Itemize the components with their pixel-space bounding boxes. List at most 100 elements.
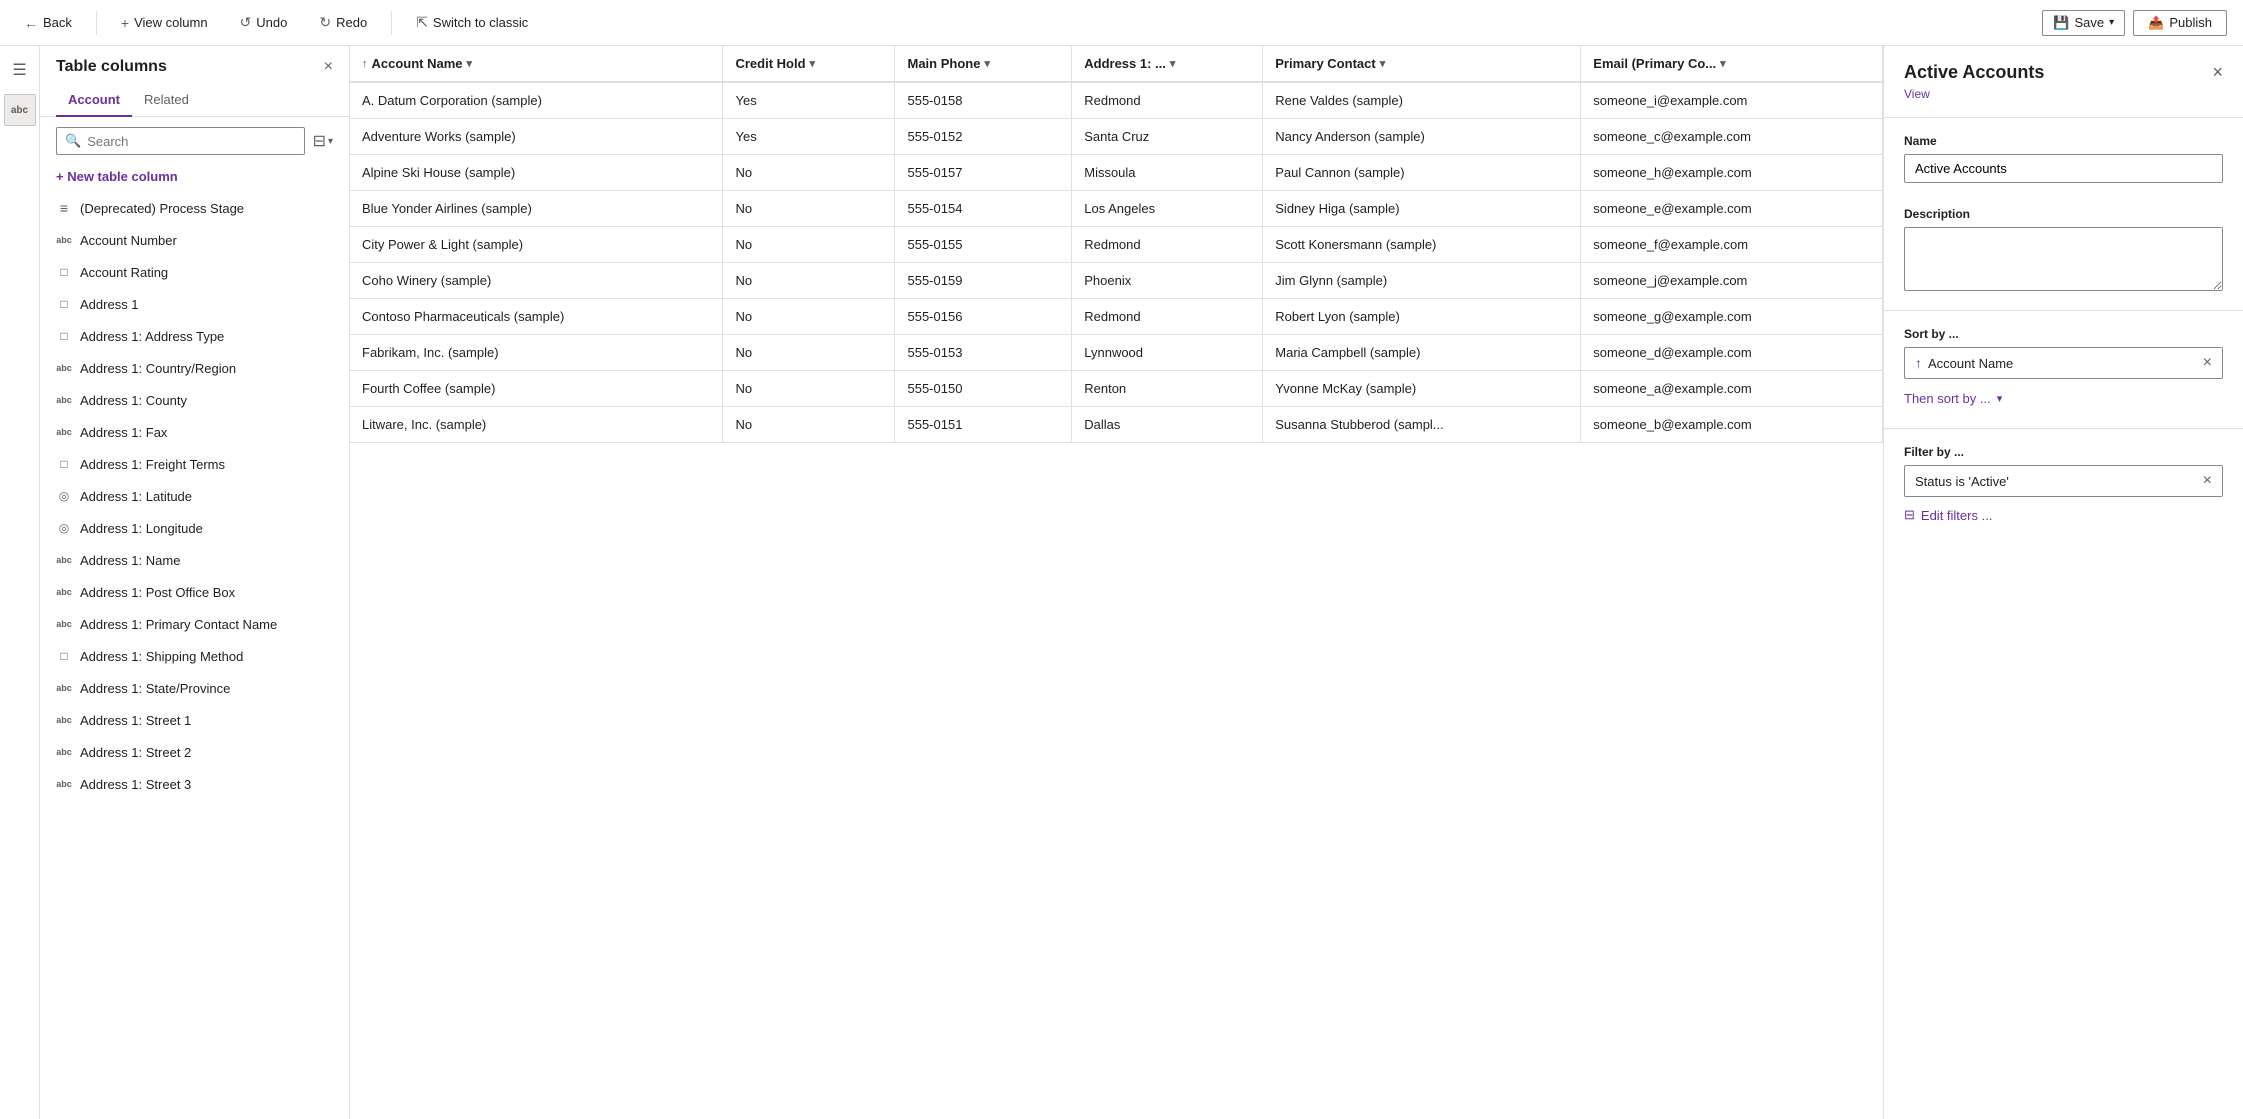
box-field-icon: □ — [56, 648, 72, 664]
column-list-item-account-rating[interactable]: □Account Rating — [40, 256, 349, 288]
table-cell-credit_hold: No — [723, 371, 895, 407]
abc-icon-button[interactable]: abc — [4, 94, 36, 126]
table-header-primary-contact[interactable]: Primary Contact▾ — [1263, 46, 1581, 82]
table-cell-primary_contact: Scott Konersmann (sample) — [1263, 227, 1581, 263]
column-list-item-address-1-fax[interactable]: abcAddress 1: Fax — [40, 416, 349, 448]
column-list-item-label: Address 1 — [80, 297, 139, 312]
column-list-item-address-1-state[interactable]: abcAddress 1: State/Province — [40, 672, 349, 704]
then-sort-row[interactable]: Then sort by ... ▾ — [1904, 385, 2223, 412]
column-list-item-address-1-primary-contact[interactable]: abcAddress 1: Primary Contact Name — [40, 608, 349, 640]
rp-divider-2 — [1884, 310, 2243, 311]
table-header-account-name[interactable]: ↑Account Name▾ — [350, 46, 723, 82]
table-row[interactable]: Fabrikam, Inc. (sample)No555-0153Lynnwoo… — [350, 335, 1883, 371]
redo-button[interactable]: ↻ Redo — [311, 10, 375, 35]
tab-related[interactable]: Related — [132, 84, 201, 117]
switch-classic-button[interactable]: ⇱ Switch to classic — [408, 10, 536, 35]
th-chevron-icon: ▾ — [810, 57, 816, 70]
publish-button[interactable]: 📤 Publish — [2133, 10, 2227, 36]
rp-view-link[interactable]: View — [1884, 87, 2243, 113]
new-table-column-button[interactable]: + New table column — [40, 165, 349, 192]
table-cell-account_name: Coho Winery (sample) — [350, 263, 723, 299]
hamburger-menu-button[interactable]: ☰ — [4, 54, 36, 86]
rp-name-input[interactable] — [1904, 154, 2223, 183]
edit-filters-button[interactable]: ⊟ Edit filters ... — [1904, 503, 1992, 527]
publish-label: Publish — [2169, 15, 2212, 30]
search-input[interactable] — [87, 134, 295, 149]
filter-button[interactable]: ⊟ ▾ — [313, 131, 333, 151]
abc-field-icon: abc — [56, 392, 72, 408]
table-cell-main_phone: 555-0155 — [895, 227, 1072, 263]
save-button[interactable]: 💾 Save ▾ — [2042, 10, 2125, 36]
left-panel-close-button[interactable]: × — [324, 58, 333, 76]
table-row[interactable]: City Power & Light (sample)No555-0155Red… — [350, 227, 1883, 263]
data-table: ↑Account Name▾Credit Hold▾Main Phone▾Add… — [350, 46, 1883, 443]
main-layout: ☰ abc Table columns × Account Related 🔍 … — [0, 46, 2243, 1119]
filter-chip[interactable]: Status is 'Active' × — [1904, 465, 2223, 497]
column-list-item-address-1-latitude[interactable]: ◎Address 1: Latitude — [40, 480, 349, 512]
back-button[interactable]: ← Back — [16, 11, 80, 35]
column-list-item-address-1-country[interactable]: abcAddress 1: Country/Region — [40, 352, 349, 384]
center-area[interactable]: ↑Account Name▾Credit Hold▾Main Phone▾Add… — [350, 46, 1883, 1119]
save-label: Save — [2075, 15, 2105, 30]
table-row[interactable]: Fourth Coffee (sample)No555-0150RentonYv… — [350, 371, 1883, 407]
column-list-item-deprecated-process-stage[interactable]: ≡(Deprecated) Process Stage — [40, 192, 349, 224]
rp-close-button[interactable]: × — [2212, 62, 2223, 83]
edit-filters-label: Edit filters ... — [1921, 508, 1993, 523]
back-label: Back — [43, 15, 72, 30]
table-cell-credit_hold: Yes — [723, 82, 895, 119]
box-field-icon: □ — [56, 296, 72, 312]
view-column-button[interactable]: + View column — [113, 11, 216, 35]
column-list-item-label: Address 1: Name — [80, 553, 180, 568]
column-list-item-account-number[interactable]: abcAccount Number — [40, 224, 349, 256]
column-list-item-label: Account Rating — [80, 265, 168, 280]
table-row[interactable]: A. Datum Corporation (sample)Yes555-0158… — [350, 82, 1883, 119]
rp-sort-section: Sort by ... ↑ Account Name × Then sort b… — [1884, 315, 2243, 424]
abc-field-icon: abc — [56, 552, 72, 568]
abc-field-icon: abc — [56, 776, 72, 792]
table-header-main-phone[interactable]: Main Phone▾ — [895, 46, 1072, 82]
table-row[interactable]: Alpine Ski House (sample)No555-0157Misso… — [350, 155, 1883, 191]
column-list-item-label: Address 1: Primary Contact Name — [80, 617, 277, 632]
rp-filter-label: Filter by ... — [1904, 445, 2223, 459]
table-row[interactable]: Blue Yonder Airlines (sample)No555-0154L… — [350, 191, 1883, 227]
table-header-credit-hold[interactable]: Credit Hold▾ — [723, 46, 895, 82]
table-header-email[interactable]: Email (Primary Co...▾ — [1581, 46, 1883, 82]
column-list-item-address-1-street-1[interactable]: abcAddress 1: Street 1 — [40, 704, 349, 736]
box-field-icon: □ — [56, 456, 72, 472]
column-list-item-address-1-county[interactable]: abc Address 1: County — [40, 384, 349, 416]
table-cell-account_name: Blue Yonder Airlines (sample) — [350, 191, 723, 227]
abc-field-icon: abc — [56, 360, 72, 376]
rp-divider-1 — [1884, 117, 2243, 118]
column-list-item-label: Address 1: County — [80, 393, 187, 408]
table-row[interactable]: Litware, Inc. (sample)No555-0151DallasSu… — [350, 407, 1883, 443]
column-list-item-address-1-address-type[interactable]: □Address 1: Address Type — [40, 320, 349, 352]
tab-account[interactable]: Account — [56, 84, 132, 117]
column-list-item-label: Address 1: Street 2 — [80, 745, 191, 760]
column-list-item-address-1-street-3[interactable]: abcAddress 1: Street 3 — [40, 768, 349, 800]
sort-by-row[interactable]: ↑ Account Name × — [1904, 347, 2223, 379]
column-list-item-address-1-freight-terms[interactable]: □Address 1: Freight Terms — [40, 448, 349, 480]
table-cell-address: Phoenix — [1072, 263, 1263, 299]
column-list-item-address-1[interactable]: □ Address 1 — [40, 288, 349, 320]
column-list-item-address-1-street-2[interactable]: abcAddress 1: Street 2 — [40, 736, 349, 768]
column-list-item-address-1-po-box[interactable]: abcAddress 1: Post Office Box — [40, 576, 349, 608]
view-column-label: View column — [134, 15, 207, 30]
table-cell-address: Missoula — [1072, 155, 1263, 191]
search-row: 🔍 ⊟ ▾ — [40, 117, 349, 165]
table-cell-main_phone: 555-0159 — [895, 263, 1072, 299]
table-row[interactable]: Contoso Pharmaceuticals (sample)No555-01… — [350, 299, 1883, 335]
undo-button[interactable]: ↺ Undo — [232, 10, 296, 35]
th-chevron-icon: ▾ — [1170, 57, 1176, 70]
filter-chip-clear-button[interactable]: × — [2203, 472, 2212, 490]
column-list-item-address-1-shipping-method[interactable]: □Address 1: Shipping Method — [40, 640, 349, 672]
table-row[interactable]: Coho Winery (sample)No555-0159PhoenixJim… — [350, 263, 1883, 299]
table-header-address[interactable]: Address 1: ...▾ — [1072, 46, 1263, 82]
table-cell-email: someone_a@example.com — [1581, 371, 1883, 407]
column-list-item-address-1-longitude[interactable]: ◎Address 1: Longitude — [40, 512, 349, 544]
table-row[interactable]: Adventure Works (sample)Yes555-0152Santa… — [350, 119, 1883, 155]
search-box: 🔍 — [56, 127, 305, 155]
divider-1 — [96, 11, 97, 35]
sort-clear-button[interactable]: × — [2203, 354, 2212, 372]
column-list-item-address-1-name[interactable]: abc Address 1: Name — [40, 544, 349, 576]
rp-description-textarea[interactable] — [1904, 227, 2223, 291]
